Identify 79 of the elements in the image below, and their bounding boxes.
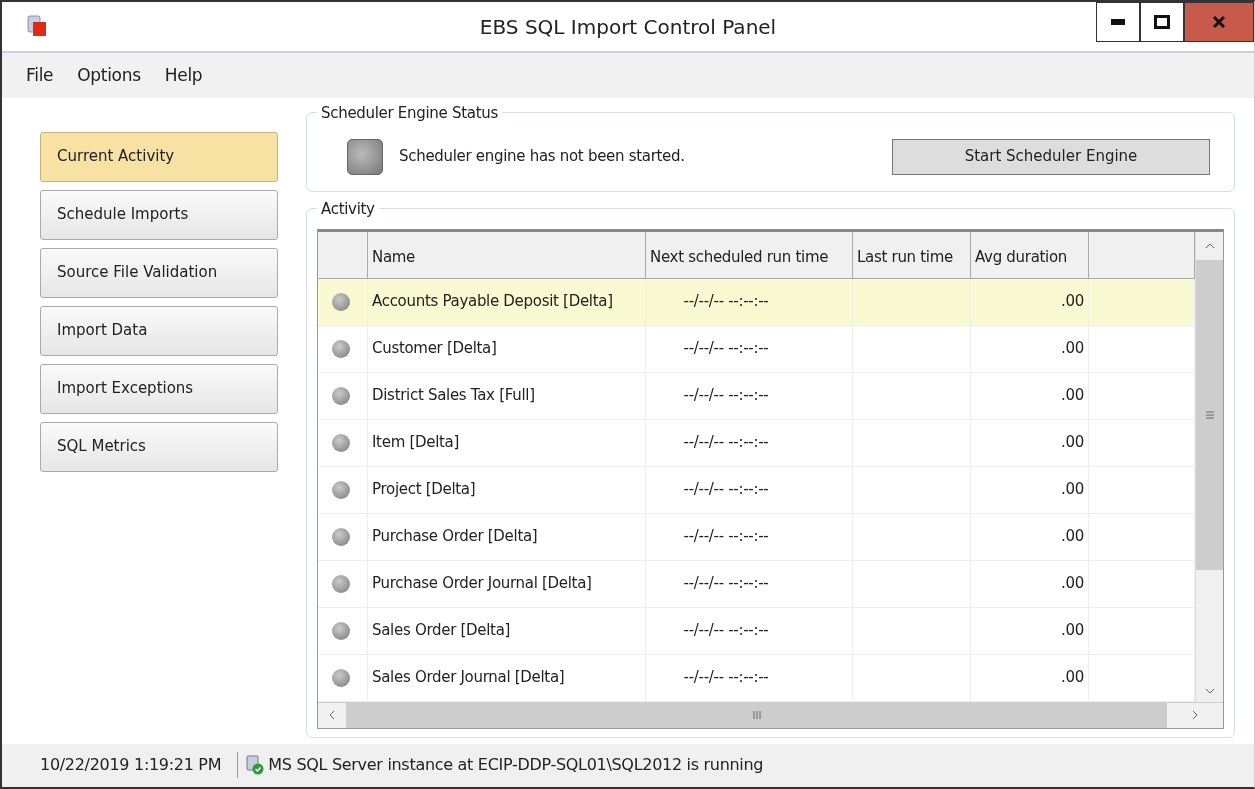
nav-button[interactable]: Import Exceptions [40, 363, 278, 414]
table-cell-text: .00 [1061, 385, 1084, 407]
table-row[interactable]: Purchase Order Journal [Delta] --/--/-- --:--:-- .00 [318, 560, 1195, 608]
window-title: EBS SQL Import Control Panel [479, 13, 777, 41]
table-cell-text: --/--/-- --:--:-- [683, 526, 769, 548]
table-row[interactable]: District Sales Tax [Full] --/--/-- --:--:-- .00 [318, 372, 1195, 420]
table-cell-text: Item [Delta] [372, 432, 460, 454]
grip-icon [1205, 410, 1214, 419]
table-cell-text: --/--/-- --:--:-- [683, 385, 769, 407]
scroll-down-icon[interactable] [1204, 687, 1215, 694]
nav-button[interactable]: Source File Validation [40, 247, 278, 298]
maximize-button[interactable] [1140, 2, 1184, 42]
status-message: MS SQL Server instance at ECIP-DDP-SQL01\SQL2012 is running [268, 754, 764, 777]
status-dot [332, 621, 350, 640]
status-dot [332, 480, 350, 499]
scroll-up-icon[interactable] [1204, 242, 1215, 249]
table-cell-text: .00 [1061, 573, 1084, 595]
status-dot [332, 339, 350, 358]
status-text: Scheduler engine has not been started. [399, 146, 685, 168]
table-row[interactable]: Sales Order [Delta] --/--/-- --:--:-- .00 [318, 607, 1195, 655]
table-cell-text: --/--/-- --:--:-- [683, 479, 769, 501]
table-cell-text: Customer [Delta] [372, 338, 497, 360]
column-header[interactable]: Next scheduled run time [646, 231, 853, 279]
scroll-thumb[interactable] [1196, 259, 1223, 570]
grip-icon [752, 711, 761, 720]
table-cell-text: Purchase Order [Delta] [372, 526, 538, 548]
column-header[interactable]: Name [368, 231, 646, 279]
table-cell-text: Sales Order Journal [Delta] [372, 667, 565, 689]
nav-button[interactable]: Current Activity [40, 131, 278, 182]
table-cell-text: .00 [1061, 479, 1084, 501]
status-dot [332, 668, 350, 687]
table-cell-text: --/--/-- --:--:-- [683, 338, 769, 360]
header-cell [318, 231, 368, 279]
minimize-button[interactable] [1096, 2, 1140, 42]
table-row[interactable]: Purchase Order [Delta] --/--/-- --:--:-- .00 [318, 513, 1195, 561]
table-cell-text: .00 [1061, 620, 1084, 642]
close-icon [1212, 15, 1226, 29]
scroll-right-icon[interactable] [1192, 710, 1198, 721]
maximize-icon [1154, 15, 1170, 29]
table-cell-text: District Sales Tax [Full] [372, 385, 535, 407]
table-cell-text: Sales Order [Delta] [372, 620, 511, 642]
minimize-icon [1111, 19, 1125, 25]
table-cell-text: .00 [1061, 291, 1084, 313]
status-datetime: 10/22/2019 1:19:21 PM [40, 754, 222, 777]
table-cell-text: .00 [1061, 338, 1084, 360]
table-cell-text: --/--/-- --:--:-- [683, 432, 769, 454]
table-cell-text: --/--/-- --:--:-- [683, 667, 769, 689]
table-cell-text: Purchase Order Journal [Delta] [372, 573, 592, 595]
scroll-left-icon[interactable] [329, 710, 335, 721]
table-cell-text: --/--/-- --:--:-- [683, 573, 769, 595]
table-row[interactable]: Project [Delta] --/--/-- --:--:-- .00 [318, 466, 1195, 514]
table-row[interactable]: Customer [Delta] --/--/-- --:--:-- .00 [318, 325, 1195, 373]
nav-button[interactable]: Import Data [40, 305, 278, 356]
table-cell-text: .00 [1061, 667, 1084, 689]
table-cell-text: Accounts Payable Deposit [Delta] [372, 291, 613, 313]
table-cell-text: .00 [1061, 526, 1084, 548]
table-cell-text: --/--/-- --:--:-- [683, 620, 769, 642]
column-header[interactable]: Last run time [853, 231, 971, 279]
status-dot [332, 433, 350, 452]
nav-button[interactable]: SQL Metrics [40, 421, 278, 472]
table-row[interactable]: Sales Order Journal [Delta] --/--/-- --:--:-- .00 [318, 654, 1195, 702]
menu-item[interactable]: Options [77, 62, 141, 89]
status-dot [332, 574, 350, 593]
table-cell-text: Project [Delta] [372, 479, 476, 501]
vertical-scrollbar[interactable] [1195, 231, 1223, 702]
nav-button[interactable]: Schedule Imports [40, 189, 278, 240]
table-row[interactable]: Accounts Payable Deposit [Delta] --/--/-- --:--:-- .00 [318, 278, 1195, 326]
column-header[interactable]: Avg duration [971, 231, 1089, 279]
table-cell-text: --/--/-- --:--:-- [683, 291, 769, 313]
server-running-icon [246, 755, 265, 776]
status-dot [332, 386, 350, 405]
status-dot [332, 527, 350, 546]
start-button[interactable]: Start Scheduler Engine [892, 138, 1210, 175]
table-row[interactable]: Item [Delta] --/--/-- --:--:-- .00 [318, 419, 1195, 467]
menu-item[interactable]: File [26, 62, 54, 89]
table-cell-text: .00 [1061, 432, 1084, 454]
app-icon [26, 14, 48, 38]
menu-item[interactable]: Help [164, 62, 203, 89]
status-dot [332, 292, 350, 311]
